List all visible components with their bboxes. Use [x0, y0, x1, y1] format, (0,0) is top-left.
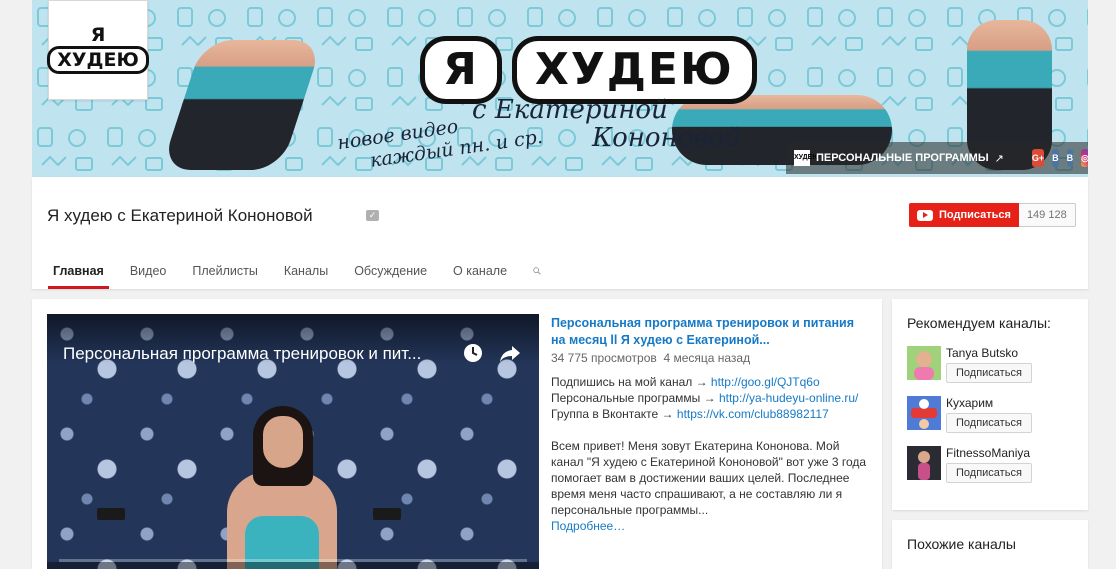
tab-about[interactable]: О канале — [440, 253, 520, 289]
channel-link[interactable]: http://goo.gl/QJTq6o — [711, 375, 820, 389]
google-plus-icon[interactable]: G+ — [1031, 149, 1045, 167]
subscribe-channel-button[interactable]: Подписаться — [946, 463, 1032, 483]
subscribe-channel-button[interactable]: Подписаться — [946, 363, 1032, 383]
tab-home[interactable]: Главная — [40, 253, 117, 289]
recommended-channel: Кухарим Подписаться — [907, 396, 1083, 436]
featured-video-info: Персональная программа тренировок и пита… — [551, 315, 869, 534]
player-title[interactable]: Персональная программа тренировок и пит.… — [63, 344, 453, 364]
search-icon — [533, 267, 541, 275]
external-link-icon: ↗ — [994, 152, 1004, 165]
desc-line-text: Группа в Вконтакте → — [551, 407, 677, 421]
banner-subtitle-line-2: Кононовой — [592, 123, 741, 153]
video-description: Подпишись на мой канал → http://goo.gl/Q… — [551, 374, 869, 534]
featured-video-section: Персональная программа тренировок и пит.… — [32, 299, 882, 569]
tab-playlists[interactable]: Плейлисты — [179, 253, 270, 289]
wall-object — [373, 508, 401, 520]
links-mini-logo: ХУДЕЮ — [794, 150, 820, 166]
similar-channels-panel: Похожие каналы — [892, 520, 1088, 569]
channel-thumbnail[interactable] — [907, 446, 941, 480]
subscribe-label: Подписаться — [939, 209, 1011, 221]
instagram-icon[interactable]: ◎ — [1081, 149, 1088, 167]
channel-header: Я худею с Екатериной Кононовой ✓ Подписа… — [32, 177, 1088, 289]
avatar-logo-line-1: Я — [90, 24, 106, 46]
video-meta: 34 775 просмотров 4 месяца назад — [551, 350, 869, 366]
upload-age: 4 месяца назад — [663, 351, 751, 365]
banner-title: Я ХУДЕЮ — [420, 36, 757, 104]
banner-title-word-1: Я — [420, 36, 502, 104]
banner-title-word-2: ХУДЕЮ — [511, 36, 757, 104]
channel-search-button[interactable] — [520, 253, 554, 289]
channel-title[interactable]: Я худею с Екатериной Кононовой — [47, 206, 313, 226]
channel-tabs: Главная Видео Плейлисты Каналы Обсуждени… — [40, 253, 554, 289]
desc-line-text: Персональные программы → — [551, 391, 719, 405]
avatar-logo-line-2: ХУДЕЮ — [47, 46, 149, 74]
channel-name[interactable]: Кухарим — [946, 396, 993, 410]
channel-banner: Я ХУДЕЮ с Екатериной Кононовой новое вид… — [32, 0, 1088, 177]
vk-icon[interactable]: B — [1052, 149, 1059, 167]
vk-group-link[interactable]: https://vk.com/club88982117 — [677, 407, 829, 421]
avatar-logo: Я ХУДЕЮ — [47, 26, 149, 74]
recommended-channels-title: Рекомендуем каналы: — [907, 315, 1051, 331]
desc-line-text: Подпишись на мой канал → — [551, 375, 711, 389]
similar-channels-title: Похожие каналы — [907, 536, 1016, 552]
tab-discussion[interactable]: Обсуждение — [341, 253, 440, 289]
recommended-channel: FitnessoManiya Подписаться — [907, 446, 1083, 486]
programs-link[interactable]: http://ya-hudeyu-online.ru/ — [719, 391, 858, 405]
channel-thumbnail[interactable] — [907, 346, 941, 380]
subscriber-count: 149 128 — [1018, 203, 1076, 227]
video-presenter — [227, 406, 337, 569]
wall-object — [97, 508, 125, 520]
view-count: 34 775 просмотров — [551, 351, 657, 365]
personal-programs-link[interactable]: ПЕРСОНАЛЬНЫЕ ПРОГРАММЫ — [816, 152, 989, 164]
subscribe-button[interactable]: Подписаться — [909, 203, 1019, 227]
player-controls[interactable] — [47, 562, 539, 569]
tab-videos[interactable]: Видео — [117, 253, 180, 289]
subscribe-channel-button[interactable]: Подписаться — [946, 413, 1032, 433]
video-player[interactable]: Персональная программа тренировок и пит.… — [47, 314, 539, 569]
desc-paragraph: Всем привет! Меня зовут Екатерина Кононо… — [551, 439, 867, 517]
subscribe-widget: Подписаться 149 128 — [909, 203, 1076, 227]
read-more-link[interactable]: Подробнее… — [551, 519, 625, 533]
recommended-channels-panel: Рекомендуем каналы: Tanya Butsko Подписа… — [892, 299, 1088, 510]
vk-icon[interactable]: B — [1066, 149, 1074, 167]
channel-avatar[interactable]: Я ХУДЕЮ — [47, 0, 149, 100]
tab-channels[interactable]: Каналы — [271, 253, 341, 289]
channel-thumbnail[interactable] — [907, 396, 941, 430]
recommended-channel: Tanya Butsko Подписаться — [907, 346, 1083, 386]
verified-icon: ✓ — [366, 210, 379, 221]
share-icon[interactable] — [499, 342, 521, 364]
featured-video-title[interactable]: Персональная программа тренировок и пита… — [551, 315, 869, 349]
youtube-icon — [917, 209, 933, 221]
watch-later-icon[interactable] — [462, 342, 484, 364]
banner-links-bar: ХУДЕЮ ПЕРСОНАЛЬНЫЕ ПРОГРАММЫ ↗ G+ B B ◎ — [786, 142, 1088, 174]
channel-name[interactable]: Tanya Butsko — [946, 346, 1018, 360]
channel-name[interactable]: FitnessoManiya — [946, 446, 1030, 460]
